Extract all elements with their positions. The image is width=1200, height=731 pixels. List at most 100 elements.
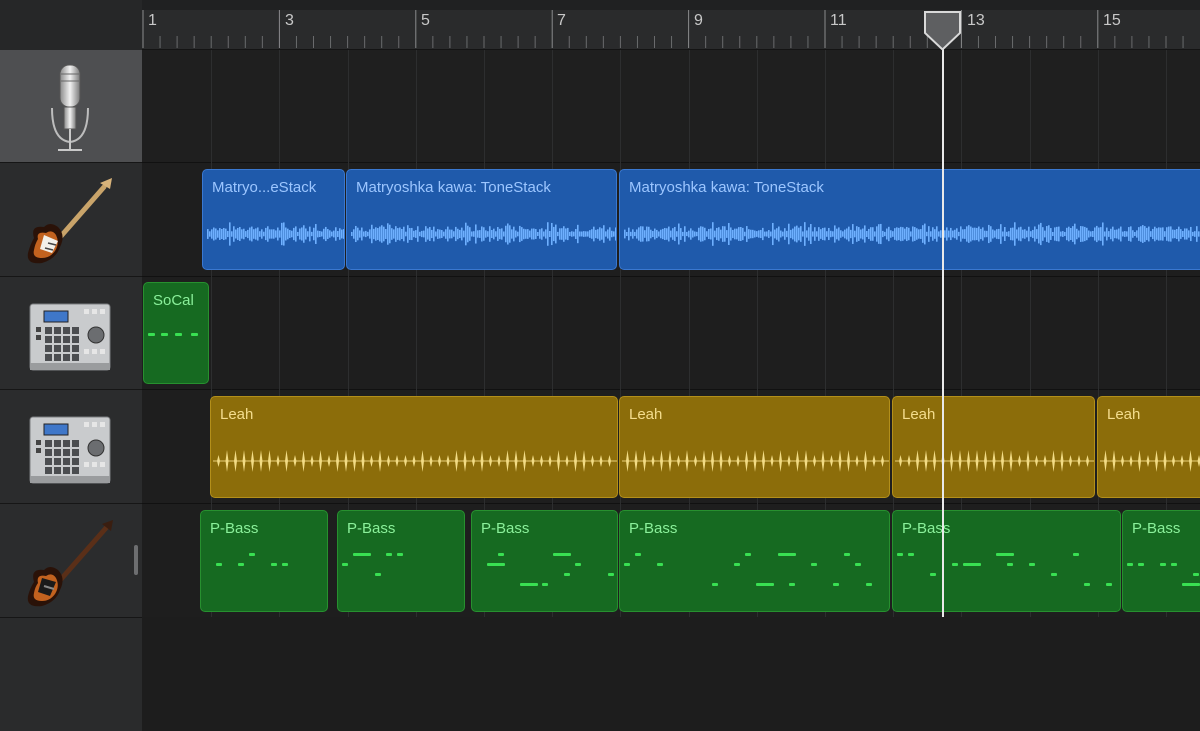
midi-note (712, 583, 718, 586)
bass-guitar-icon (27, 520, 113, 607)
drummer-region[interactable]: Leah (210, 396, 618, 498)
track-header-drum-machine-2[interactable] (0, 390, 142, 504)
midi-note (624, 563, 630, 566)
midi-note (855, 563, 861, 566)
bar-number-9: 9 (694, 12, 703, 29)
track-header-top-spacer (0, 0, 142, 50)
midi-note (1138, 563, 1144, 566)
drum-machine-icon (29, 416, 111, 484)
drummer-region[interactable]: SoCal (143, 282, 209, 384)
midi-note (963, 563, 981, 566)
bar-number-5: 5 (421, 12, 430, 29)
midi-note (386, 553, 392, 556)
midi-note (238, 563, 244, 566)
microphone-icon (51, 64, 89, 151)
midi-note (930, 573, 936, 576)
bar-number-1: 1 (148, 12, 157, 29)
midi-note (1007, 563, 1013, 566)
midi-note (531, 583, 537, 586)
drum-hits (622, 450, 889, 472)
drummer-region[interactable]: Leah (892, 396, 1095, 498)
midi-note (271, 563, 277, 566)
track-list-scrollbar[interactable] (134, 545, 138, 575)
region-label: P-Bass (1132, 520, 1181, 537)
midi-region[interactable]: P-Bass (200, 510, 328, 612)
electric-guitar-icon (27, 178, 112, 264)
midi-note (734, 563, 740, 566)
audio-region[interactable]: Matryo...eStack (202, 169, 345, 270)
midi-note (657, 563, 663, 566)
midi-note (756, 583, 774, 586)
midi-note (1106, 583, 1112, 586)
midi-note (148, 333, 155, 336)
region-label: P-Bass (629, 520, 678, 537)
midi-note (1073, 553, 1079, 556)
region-label: SoCal (153, 292, 194, 309)
midi-note (897, 553, 903, 556)
midi-note (498, 553, 504, 556)
midi-note (996, 553, 1014, 556)
midi-note (844, 553, 850, 556)
midi-region[interactable]: P-Bass (1122, 510, 1200, 612)
lane-microphone[interactable] (142, 50, 1200, 163)
midi-note (282, 563, 288, 566)
drummer-region[interactable]: Leah (619, 396, 890, 498)
audio-waveform (624, 222, 1200, 246)
midi-note (952, 563, 958, 566)
midi-note (487, 563, 505, 566)
audio-waveform (351, 222, 616, 246)
drum-hits (1100, 450, 1200, 472)
tracks-area[interactable]: Matryo...eStack Matryoshka kawa: ToneSta… (142, 50, 1200, 731)
playhead-handle[interactable] (923, 11, 962, 51)
audio-waveform (207, 222, 344, 246)
midi-note (1182, 583, 1200, 586)
midi-note (161, 333, 168, 336)
audio-region[interactable]: Matryoshka kawa: ToneStack (346, 169, 617, 270)
midi-note (608, 573, 614, 576)
lane-drum-machine-1[interactable] (142, 277, 1200, 390)
midi-note (1171, 563, 1177, 566)
midi-region[interactable]: P-Bass (337, 510, 465, 612)
midi-note (397, 553, 403, 556)
region-label: P-Bass (210, 520, 259, 537)
drummer-region[interactable]: Leah (1097, 396, 1200, 498)
empty-track-area[interactable] (142, 617, 1200, 731)
region-label: P-Bass (347, 520, 396, 537)
ruler-top-strip (142, 0, 1200, 10)
midi-note (375, 573, 381, 576)
midi-note (342, 563, 348, 566)
drum-machine-icon (29, 303, 111, 371)
midi-note (866, 583, 872, 586)
track-header-microphone[interactable] (0, 50, 142, 163)
midi-note (1160, 563, 1166, 566)
bar-number-13: 13 (967, 12, 985, 29)
bar-number-3: 3 (285, 12, 294, 29)
midi-note (1029, 563, 1035, 566)
track-header-bass-guitar[interactable] (0, 504, 142, 618)
midi-note (564, 573, 570, 576)
track-header-electric-guitar[interactable] (0, 163, 142, 277)
track-header-column (0, 0, 142, 731)
drum-hits (213, 450, 617, 472)
midi-note (789, 583, 795, 586)
midi-region[interactable]: P-Bass (892, 510, 1121, 612)
midi-region[interactable]: P-Bass (619, 510, 890, 612)
midi-note (833, 583, 839, 586)
audio-region[interactable]: Matryoshka kawa: ToneStack (619, 169, 1200, 270)
midi-note (542, 583, 548, 586)
midi-note (575, 563, 581, 566)
midi-region[interactable]: P-Bass (471, 510, 618, 612)
midi-note (216, 563, 222, 566)
midi-note (635, 553, 641, 556)
playhead-line[interactable] (942, 14, 944, 617)
track-header-drum-machine-1[interactable] (0, 277, 142, 390)
midi-note (249, 553, 255, 556)
midi-note (175, 333, 182, 336)
midi-note (553, 553, 571, 556)
midi-note (1051, 573, 1057, 576)
midi-note (778, 553, 796, 556)
midi-note (1193, 573, 1199, 576)
midi-note (1084, 583, 1090, 586)
midi-note (811, 563, 817, 566)
midi-note (1127, 563, 1133, 566)
